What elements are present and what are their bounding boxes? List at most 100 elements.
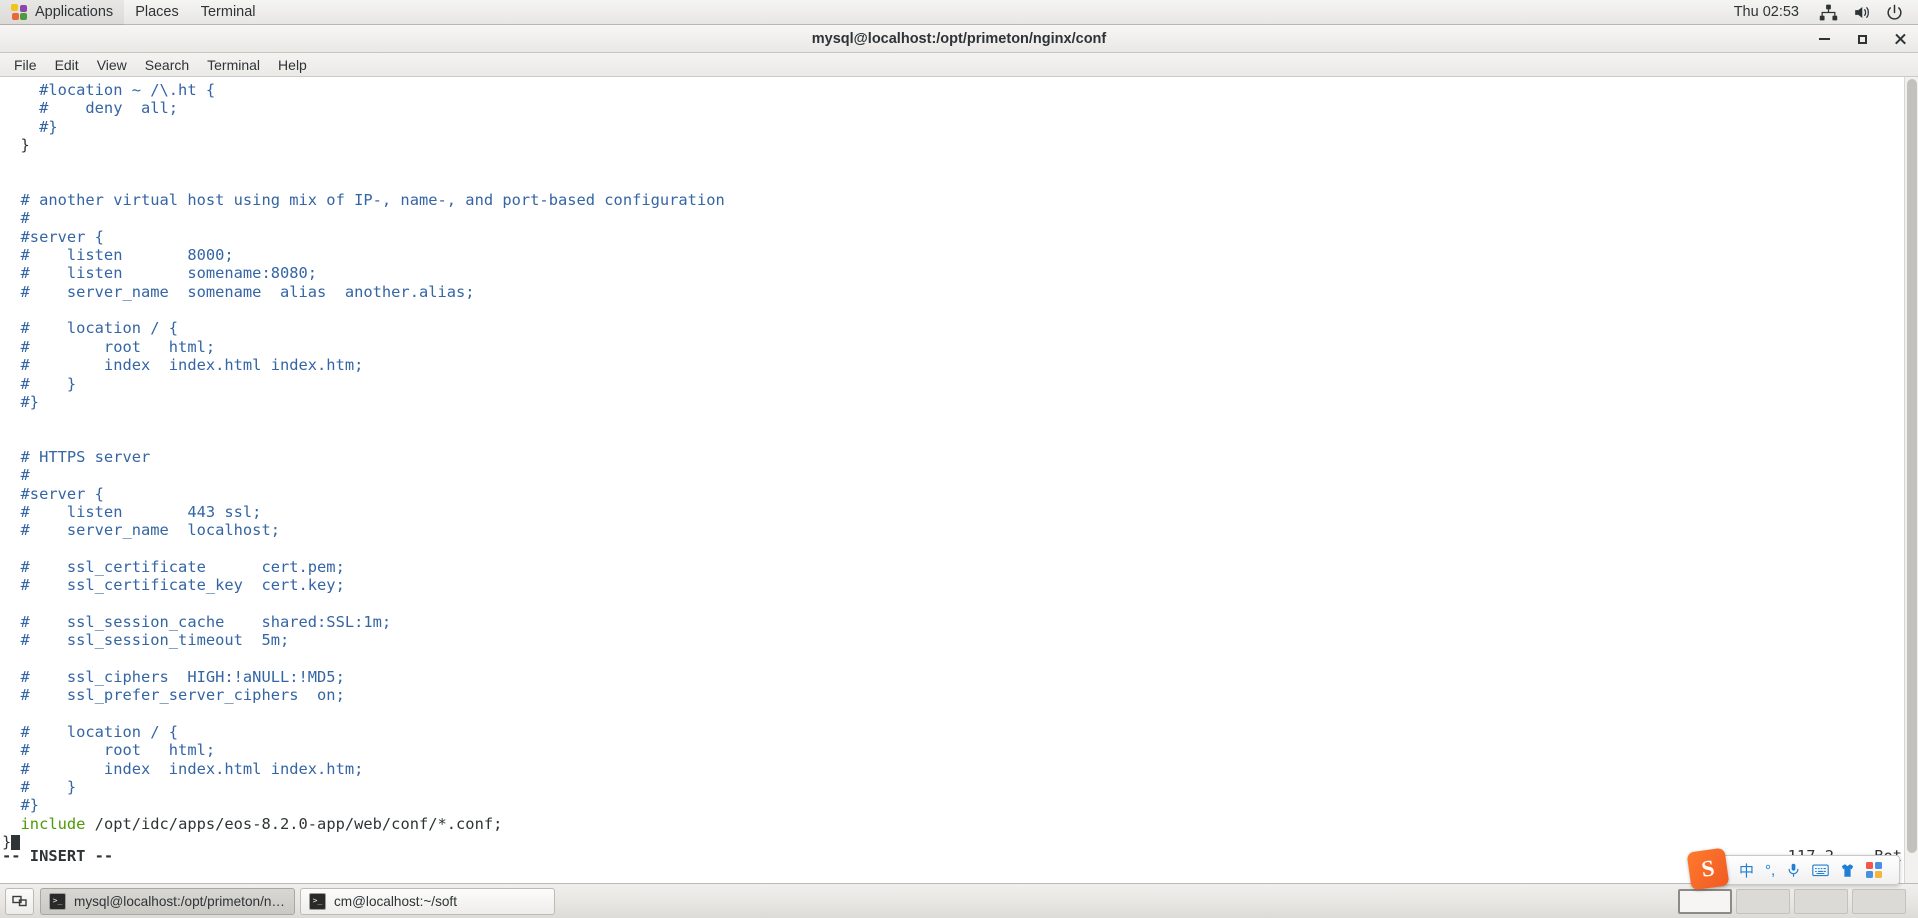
terminal-line-text: # ssl_session_timeout 5m; — [2, 631, 290, 650]
terminal-line-text: # ssl_certificate cert.pem; — [2, 557, 345, 576]
taskbar-item-cm-terminal[interactable]: >_ cm@localhost:~/soft — [300, 887, 555, 915]
terminal-scrollbar[interactable] — [1904, 77, 1918, 883]
terminal-scrollbar-thumb[interactable] — [1907, 79, 1917, 853]
terminal-line-text: #server { — [2, 227, 104, 246]
terminal-line: #location ~ /\.ht { — [2, 81, 1895, 99]
terminal-line-text: # index index.html index.htm; — [2, 356, 364, 375]
vim-editor-buffer[interactable]: #location ~ /\.ht { # deny all; #} } # a… — [0, 77, 1895, 883]
sogou-ime-toolbar[interactable]: S 中 °, — [1686, 847, 1900, 891]
skin-icon[interactable] — [1840, 863, 1855, 878]
minimize-icon — [1818, 38, 1830, 40]
terminal-line-text — [2, 705, 11, 723]
menu-file[interactable]: File — [5, 55, 46, 75]
terminal-line: # root html; — [2, 338, 1895, 356]
terminal-line-text: # listen 443 ssl; — [2, 502, 262, 521]
terminal-line: # another virtual host using mix of IP-,… — [2, 191, 1895, 209]
menu-edit[interactable]: Edit — [46, 55, 88, 75]
menu-help[interactable]: Help — [269, 55, 316, 75]
terminal-line: # location / { — [2, 319, 1895, 337]
terminal-line-text: # index index.html index.htm; — [2, 759, 364, 778]
bottom-taskbar: >_ mysql@localhost:/opt/primeton/ngi... … — [0, 883, 1918, 918]
keyboard-icon[interactable] — [1812, 863, 1829, 877]
terminal-line-text: # location / { — [2, 319, 179, 338]
maximize-icon — [1857, 34, 1867, 44]
toolbox-icon[interactable] — [1866, 862, 1883, 878]
terminal-line-text: #location ~ /\.ht { — [2, 81, 216, 99]
terminal-line — [2, 430, 1895, 448]
gnome-top-panel: Applications Places Terminal Thu 02:53 — [0, 0, 1918, 25]
terminal-body[interactable]: #location ~ /\.ht { # deny all; #} } # a… — [0, 77, 1918, 883]
menu-view[interactable]: View — [88, 55, 136, 75]
terminal-line-text: } — [2, 136, 30, 155]
terminal-line: #server { — [2, 485, 1895, 503]
panel-menu-places[interactable]: Places — [124, 0, 190, 25]
close-button[interactable] — [1890, 29, 1910, 49]
panel-menu-terminal-label: Terminal — [200, 4, 256, 20]
menu-bar: File Edit View Search Terminal Help — [0, 53, 1918, 77]
panel-menu-applications-label: Applications — [35, 4, 114, 20]
terminal-line — [2, 705, 1895, 723]
terminal-line-text: # ssl_prefer_server_ciphers on; — [2, 686, 345, 705]
terminal-line: # ssl_session_timeout 5m; — [2, 631, 1895, 649]
terminal-line: # ssl_session_cache shared:SSL:1m; — [2, 613, 1895, 631]
terminal-line: # root html; — [2, 741, 1895, 759]
terminal-line-last: } — [2, 833, 1895, 851]
volume-icon[interactable] — [1852, 3, 1871, 22]
terminal-line — [2, 173, 1895, 191]
workspace-4[interactable] — [1852, 888, 1906, 914]
terminal-line-include: include /opt/idc/apps/eos-8.2.0-app/web/… — [2, 815, 1895, 833]
network-icon[interactable] — [1819, 3, 1838, 22]
terminal-line: # location / { — [2, 723, 1895, 741]
taskbar-item-label: cm@localhost:~/soft — [334, 893, 457, 909]
terminal-line: # ssl_certificate_key cert.key; — [2, 576, 1895, 594]
close-icon — [1894, 33, 1907, 46]
terminal-line: # listen 443 ssl; — [2, 503, 1895, 521]
terminal-line: # HTTPS server — [2, 448, 1895, 466]
terminal-line: # deny all; — [2, 99, 1895, 117]
sogou-logo-icon[interactable]: S — [1686, 847, 1730, 891]
terminal-line-text — [2, 411, 11, 429]
workspace-switcher — [1678, 888, 1913, 914]
include-keyword: include — [2, 814, 86, 833]
punctuation-icon[interactable]: °, — [1765, 862, 1775, 879]
terminal-icon: >_ — [49, 892, 66, 910]
terminal-line — [2, 301, 1895, 319]
terminal-line-text: # root html; — [2, 337, 216, 356]
taskbar-item-mysql-terminal[interactable]: >_ mysql@localhost:/opt/primeton/ngi... — [40, 887, 295, 915]
maximize-button[interactable] — [1852, 29, 1872, 49]
panel-menu-applications[interactable]: Applications — [0, 0, 125, 25]
terminal-line-text: # listen 8000; — [2, 246, 234, 265]
workspace-3[interactable] — [1794, 888, 1848, 914]
terminal-line-text: # deny all; — [2, 99, 179, 118]
workspace-2[interactable] — [1736, 888, 1790, 914]
terminal-line: # } — [2, 778, 1895, 796]
workspace-1[interactable] — [1678, 888, 1732, 914]
terminal-line: # — [2, 466, 1895, 484]
terminal-line: #} — [2, 118, 1895, 136]
terminal-line: # ssl_prefer_server_ciphers on; — [2, 686, 1895, 704]
terminal-line: # — [2, 209, 1895, 227]
window-title-bar[interactable]: mysql@localhost:/opt/primeton/nginx/conf — [0, 25, 1918, 53]
minimize-button[interactable] — [1814, 29, 1834, 49]
terminal-line: # server_name localhost; — [2, 521, 1895, 539]
chinese-mode-icon[interactable]: 中 — [1739, 860, 1754, 881]
clock[interactable]: Thu 02:53 — [1728, 4, 1805, 20]
microphone-icon[interactable] — [1786, 862, 1801, 878]
terminal-line: #} — [2, 393, 1895, 411]
terminal-line-text: #} — [2, 392, 40, 411]
menu-search[interactable]: Search — [136, 55, 198, 75]
terminal-line-text: # location / { — [2, 723, 179, 742]
menu-terminal[interactable]: Terminal — [198, 55, 269, 75]
terminal-line: # listen somename:8080; — [2, 264, 1895, 282]
terminal-line-text — [2, 430, 11, 448]
top-panel-status-area: Thu 02:53 — [1728, 3, 1918, 22]
power-icon[interactable] — [1885, 3, 1904, 22]
terminal-line-text — [2, 154, 11, 172]
terminal-line-text: # ssl_ciphers HIGH:!aNULL:!MD5; — [2, 668, 345, 686]
show-desktop-button[interactable] — [5, 887, 34, 915]
terminal-line-text: # } — [2, 778, 77, 797]
panel-menu-terminal[interactable]: Terminal — [190, 0, 267, 25]
terminal-line-text — [2, 173, 11, 191]
terminal-line-text: # — [2, 466, 30, 485]
terminal-line-text: # root html; — [2, 741, 216, 760]
